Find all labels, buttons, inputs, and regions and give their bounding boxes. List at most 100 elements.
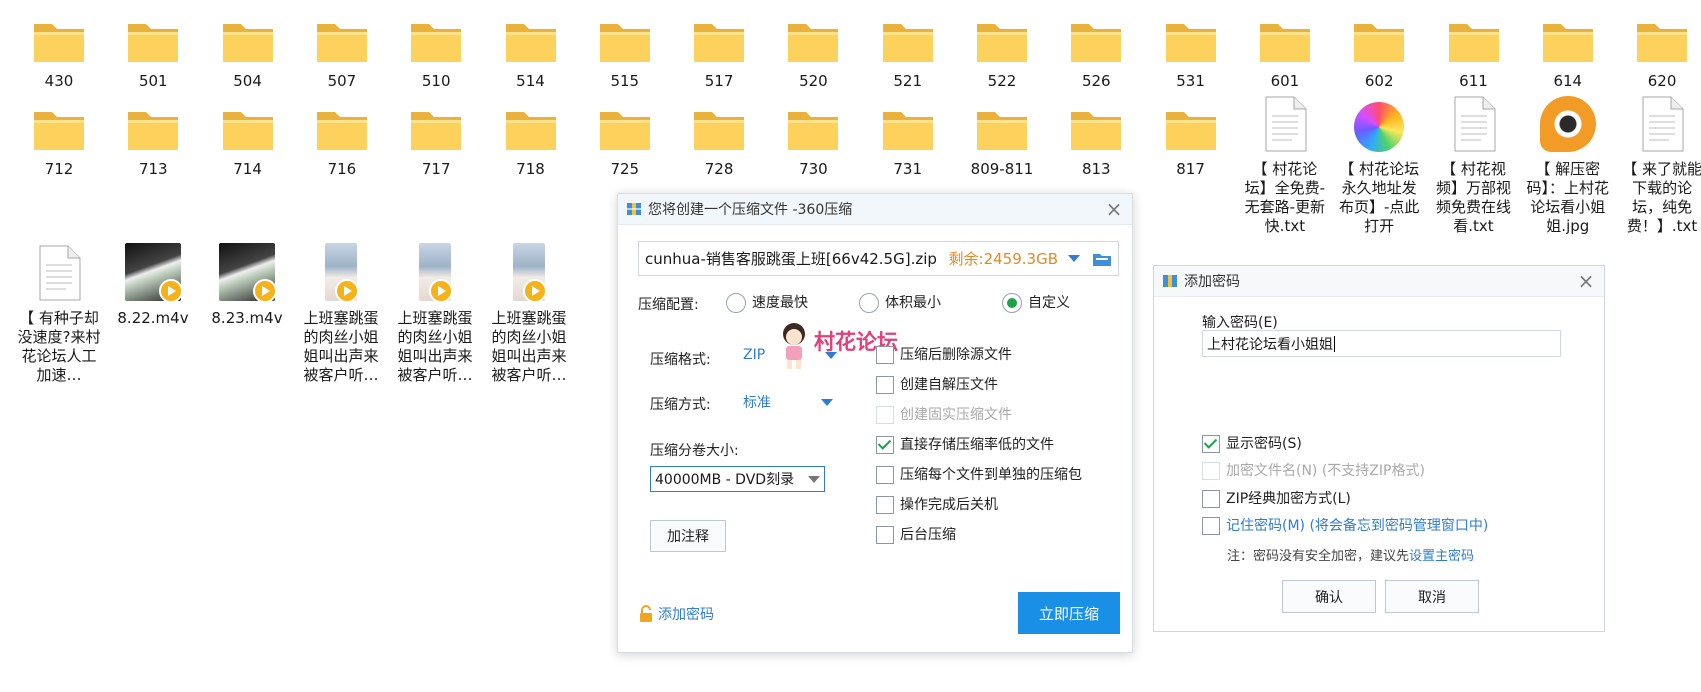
radio-fastest[interactable]: 速度最快 [726, 292, 808, 314]
method-label: 压缩方式: [650, 397, 711, 413]
folder-item[interactable]: 809-811 [959, 94, 1045, 179]
radio-button-selected[interactable] [1002, 293, 1022, 313]
folder-item[interactable]: 731 [865, 94, 951, 179]
radio-custom[interactable]: 自定义 [1002, 292, 1070, 314]
checkbox[interactable] [876, 436, 894, 454]
compress-option-checkbox[interactable]: 后台压缩 [876, 520, 1082, 550]
folder-item[interactable]: 601 [1242, 6, 1328, 91]
add-password-dialog: 添加密码 × 输入密码(E) 上村花论坛看小姐姐 显示密码(S) 加密文件名(N… [1153, 265, 1605, 632]
folder-item[interactable]: 517 [676, 6, 762, 91]
play-icon [159, 279, 183, 303]
folder-item[interactable]: 614 [1525, 6, 1611, 91]
set-master-password-link[interactable]: 设置主密码 [1409, 549, 1474, 564]
folder-item[interactable]: 522 [959, 6, 1045, 91]
folder-icon [1165, 112, 1216, 150]
item-label: 【 村花论坛】全免费-无套路-更新快.txt [1244, 160, 1326, 235]
video-file-item[interactable]: 8.23.m4v [204, 243, 290, 328]
folder-item[interactable]: 717 [393, 94, 479, 179]
checkbox[interactable] [876, 346, 894, 364]
folder-item[interactable]: 817 [1148, 94, 1234, 179]
method-select[interactable]: 标准 [743, 392, 833, 412]
folder-item[interactable]: 718 [488, 94, 574, 179]
video-file-item[interactable]: 上班塞跳蛋的肉丝小姐姐叫出声来被客户听… [392, 243, 478, 385]
zip-classic-checkbox[interactable]: ZIP经典加密方式(L) [1202, 488, 1351, 510]
chevron-down-icon[interactable] [1068, 255, 1080, 262]
file-item[interactable]: 【 村花论坛永久地址发布页】-点此打开 [1336, 94, 1422, 236]
item-label: 813 [1081, 160, 1111, 178]
radio-button[interactable] [726, 293, 746, 313]
password-input[interactable]: 上村花论坛看小姐姐 [1202, 330, 1561, 357]
compress-option-checkbox[interactable]: 创建自解压文件 [876, 370, 1082, 400]
folder-item[interactable]: 620 [1619, 6, 1701, 91]
folder-item[interactable]: 712 [16, 94, 102, 179]
video-file-item[interactable]: 8.22.m4v [110, 243, 196, 328]
folder-icon [316, 112, 367, 150]
start-compress-button[interactable]: 立即压缩 [1018, 592, 1120, 634]
folder-item[interactable]: 515 [582, 6, 668, 91]
file-item[interactable]: 【 来了就能下载的论坛，纯免费！】.txt [1619, 94, 1701, 236]
compress-dialog-titlebar[interactable]: 您将创建一个压缩文件 -360压缩 × [618, 194, 1132, 225]
checkbox[interactable] [876, 526, 894, 544]
add-password-link[interactable]: 添加密码 [638, 604, 714, 624]
file-item[interactable]: 【 解压密码】：上村花论坛看小姐姐.jpg [1525, 94, 1611, 236]
item-thumbnail [582, 94, 668, 152]
add-comment-button[interactable]: 加注释 [650, 520, 726, 552]
item-thumbnail [393, 94, 479, 152]
folder-item[interactable]: 531 [1148, 6, 1234, 91]
browse-folder-icon[interactable] [1092, 251, 1112, 267]
item-label: 728 [704, 160, 734, 178]
folder-item[interactable]: 504 [205, 6, 291, 91]
folder-item[interactable]: 507 [299, 6, 385, 91]
video-file-item[interactable]: 上班塞跳蛋的肉丝小姐姐叫出声来被客户听… [298, 243, 384, 385]
folder-item[interactable]: 714 [205, 94, 291, 179]
show-password-checkbox[interactable]: 显示密码(S) [1202, 433, 1302, 455]
video-file-item[interactable]: 上班塞跳蛋的肉丝小姐姐叫出声来被客户听… [486, 243, 572, 385]
folder-item[interactable]: 521 [865, 6, 951, 91]
folder-item[interactable]: 725 [582, 94, 668, 179]
archive-filename-field[interactable]: cunhua-销售客服跳蛋上班[66v42.5G].zip 剩余:2459.3G… [638, 241, 1119, 276]
folder-icon [599, 24, 650, 62]
password-dialog-title: 添加密码 [1184, 274, 1240, 290]
password-dialog-titlebar[interactable]: 添加密码 × [1154, 266, 1604, 297]
close-icon[interactable]: × [1576, 269, 1596, 293]
folder-item[interactable]: 520 [770, 6, 856, 91]
folder-item[interactable]: 510 [393, 6, 479, 91]
chevron-down-icon[interactable] [821, 398, 833, 406]
folder-item[interactable]: 730 [770, 94, 856, 179]
folder-item[interactable]: 430 [16, 6, 102, 91]
file-item[interactable]: 【 有种子却没速度?来村花论坛人工加速… [16, 243, 102, 385]
confirm-button[interactable]: 确认 [1282, 580, 1376, 613]
folder-item[interactable]: 526 [1053, 6, 1139, 91]
folder-item[interactable]: 611 [1431, 6, 1517, 91]
folder-item[interactable]: 514 [488, 6, 574, 91]
compress-option-checkbox[interactable]: 操作完成后关机 [876, 490, 1082, 520]
compress-option-checkbox[interactable]: 压缩后删除源文件 [876, 340, 1082, 370]
close-icon[interactable]: × [1104, 197, 1124, 221]
file-item[interactable]: 【 村花视频】万部视频免费在线看.txt [1431, 94, 1517, 236]
folder-item[interactable]: 713 [110, 94, 196, 179]
remember-password-checkbox[interactable]: 记住密码(M) (将会备忘到密码管理窗口中) [1202, 515, 1488, 537]
cancel-button[interactable]: 取消 [1385, 580, 1479, 613]
volume-size-select[interactable]: 40000MB - DVD刻录 [650, 466, 825, 492]
checkbox[interactable] [876, 496, 894, 514]
folder-icon [599, 112, 650, 150]
folder-item[interactable]: 501 [110, 6, 196, 91]
compress-option-checkbox[interactable]: 直接存储压缩率低的文件 [876, 430, 1082, 460]
checkbox[interactable] [1202, 490, 1220, 508]
compress-option-checkbox[interactable]: 压缩每个文件到单独的压缩包 [876, 460, 1082, 490]
radio-smallest[interactable]: 体积最小 [859, 292, 941, 314]
checkbox[interactable] [876, 376, 894, 394]
folder-item[interactable]: 728 [676, 94, 762, 179]
file-item[interactable]: 【 村花论坛】全免费-无套路-更新快.txt [1242, 94, 1328, 236]
checkbox[interactable] [1202, 435, 1220, 453]
checkbox[interactable] [876, 466, 894, 484]
chevron-down-icon[interactable] [808, 475, 820, 483]
folder-item[interactable]: 813 [1053, 94, 1139, 179]
item-label: 817 [1176, 160, 1205, 178]
folder-item[interactable]: 602 [1336, 6, 1422, 91]
text-file-icon [1454, 96, 1495, 152]
item-thumbnail [865, 94, 951, 152]
radio-button[interactable] [859, 293, 879, 313]
folder-item[interactable]: 716 [299, 94, 385, 179]
checkbox[interactable] [1202, 517, 1220, 535]
